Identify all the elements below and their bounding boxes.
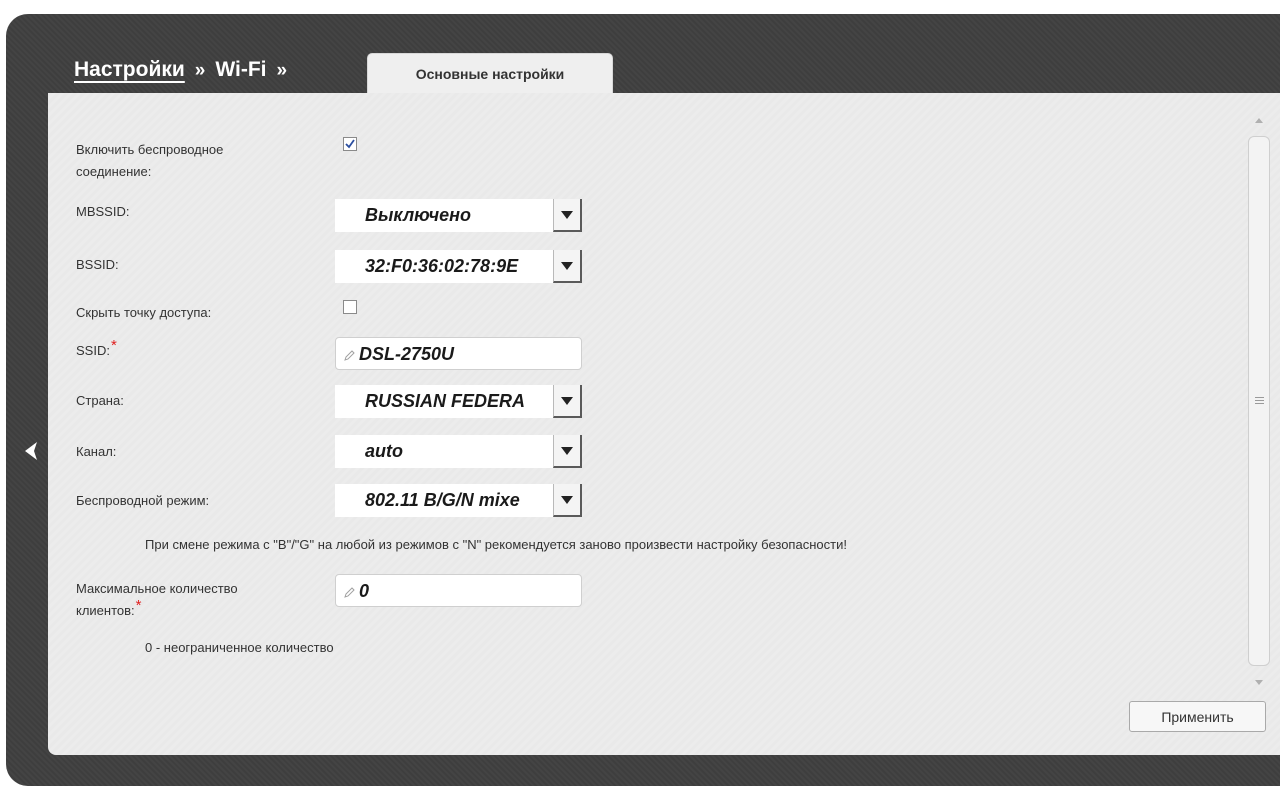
max-clients-input[interactable]: 0 — [335, 574, 582, 607]
country-label: Страна: — [76, 393, 124, 408]
ssid-input[interactable]: DSL-2750U — [335, 337, 582, 370]
max-clients-label: Максимальное количество клиентов:* — [76, 578, 238, 622]
checkmark-icon — [345, 139, 355, 149]
ssid-value: DSL-2750U — [359, 344, 455, 364]
settings-panel — [48, 93, 1280, 755]
mbssid-label: MBSSID: — [76, 204, 130, 219]
bssid-value: 32:F0:36:02:78:9E — [365, 256, 519, 276]
hide-ap-checkbox[interactable] — [343, 300, 357, 314]
channel-select[interactable]: auto — [335, 435, 582, 468]
scroll-up-icon[interactable] — [1253, 114, 1265, 126]
label-line: Включить беспроводное — [76, 142, 224, 157]
mbssid-value: Выключено — [365, 205, 471, 225]
vertical-scrollbar[interactable] — [1244, 110, 1274, 692]
dropdown-arrow[interactable] — [553, 385, 582, 418]
scroll-thumb[interactable] — [1248, 136, 1270, 666]
breadcrumb-separator: » — [194, 60, 206, 81]
triangle-down-icon — [561, 495, 573, 504]
label-line: клиентов: — [76, 603, 135, 618]
dropdown-arrow[interactable] — [553, 435, 582, 468]
enable-wireless-checkbox[interactable] — [343, 137, 357, 151]
mbssid-select[interactable]: Выключено — [335, 199, 582, 232]
max-clients-value: 0 — [359, 581, 370, 601]
chevron-left-icon — [25, 442, 37, 460]
required-mark: * — [110, 337, 117, 354]
wireless-mode-value: 802.11 B/G/N mixe — [365, 490, 520, 510]
wireless-mode-label: Беспроводной режим: — [76, 493, 210, 508]
back-button[interactable] — [18, 436, 44, 466]
dropdown-arrow[interactable] — [553, 484, 582, 517]
channel-label: Канал: — [76, 444, 117, 459]
pencil-icon — [344, 348, 356, 366]
breadcrumb-settings-link[interactable]: Настройки — [74, 58, 185, 82]
bssid-label: BSSID: — [76, 257, 119, 272]
required-mark: * — [135, 597, 142, 614]
grip-lines-icon — [1254, 397, 1264, 404]
breadcrumb-separator: » — [276, 60, 288, 81]
dropdown-arrow[interactable] — [553, 250, 582, 283]
ssid-label: SSID:* — [76, 337, 117, 362]
ssid-label-text: SSID: — [76, 343, 110, 358]
triangle-down-icon — [561, 210, 573, 219]
triangle-down-icon — [561, 261, 573, 270]
triangle-down-icon — [561, 446, 573, 455]
breadcrumb-wifi: Wi-Fi — [215, 58, 267, 81]
wireless-mode-select[interactable]: 802.11 B/G/N mixe — [335, 484, 582, 517]
breadcrumb: Настройки » Wi-Fi » — [74, 58, 287, 92]
tab-basic-settings[interactable]: Основные настройки — [367, 53, 613, 94]
apply-button[interactable]: Применить — [1129, 701, 1266, 732]
triangle-down-icon — [561, 396, 573, 405]
mode-warning-text: При смене режима с "B"/"G" на любой из р… — [145, 537, 847, 552]
label-line: соединение: — [76, 164, 152, 179]
hide-ap-label: Скрыть точку доступа: — [76, 305, 212, 320]
dropdown-arrow[interactable] — [553, 199, 582, 232]
label-line: Максимальное количество — [76, 581, 238, 596]
pencil-icon — [344, 585, 356, 603]
country-select[interactable]: RUSSIAN FEDERA — [335, 385, 582, 418]
bssid-select[interactable]: 32:F0:36:02:78:9E — [335, 250, 582, 283]
channel-value: auto — [365, 441, 403, 461]
scroll-down-icon[interactable] — [1253, 676, 1265, 688]
country-value: RUSSIAN FEDERA — [365, 391, 526, 411]
max-clients-hint: 0 - неограниченное количество — [145, 640, 334, 655]
enable-wireless-label: Включить беспроводное соединение: — [76, 139, 223, 183]
